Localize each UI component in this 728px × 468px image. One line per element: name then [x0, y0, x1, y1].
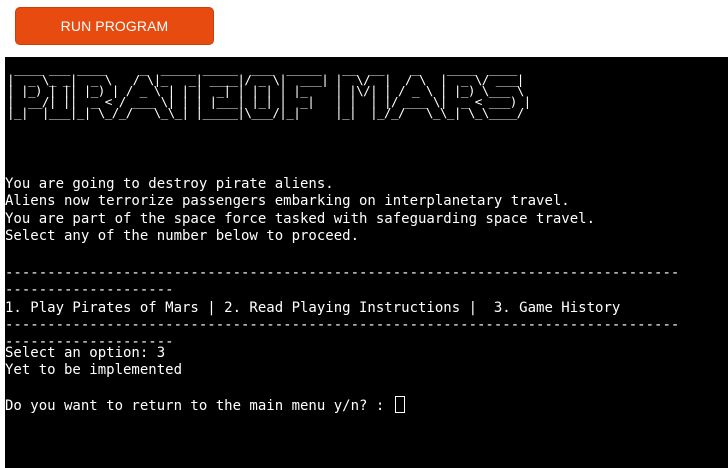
return-prompt-line[interactable]: Do you want to return to the main menu y… [5, 396, 405, 415]
status-message: Yet to be implemented [5, 362, 183, 379]
intro-text: You are going to destroy pirate aliens. … [5, 176, 595, 245]
run-program-button[interactable]: RUN PROGRAM [15, 7, 214, 45]
intro-line: You are part of the space force tasked w… [5, 210, 596, 227]
intro-line: You are going to destroy pirate aliens. [5, 176, 334, 192]
divider-line-wrap: -------------------- [5, 282, 174, 299]
intro-line: Aliens now terrorize passengers embarkin… [5, 193, 570, 210]
toolbar: RUN PROGRAM [0, 0, 728, 57]
main-menu: ----------------------------------------… [5, 265, 679, 351]
divider-line: ----------------------------------------… [5, 265, 680, 281]
intro-line: Select any of the number below to procee… [5, 227, 360, 244]
text-cursor[interactable] [394, 396, 405, 413]
menu-options: 1. Play Pirates of Mars | 2. Read Playin… [5, 299, 621, 316]
terminal-window[interactable]: ____ ___ ____ _ _____ _____ ___ _____ __… [5, 57, 728, 468]
select-option-prompt: Select an option: 3 [5, 345, 166, 361]
return-menu-prompt: Do you want to return to the main menu y… [5, 398, 393, 414]
ascii-title-banner: ____ ___ ____ _ _____ _____ ___ _____ __… [7, 61, 531, 120]
selection-output: Select an option: 3 Yet to be implemente… [5, 345, 182, 380]
divider-line: ----------------------------------------… [5, 316, 680, 333]
